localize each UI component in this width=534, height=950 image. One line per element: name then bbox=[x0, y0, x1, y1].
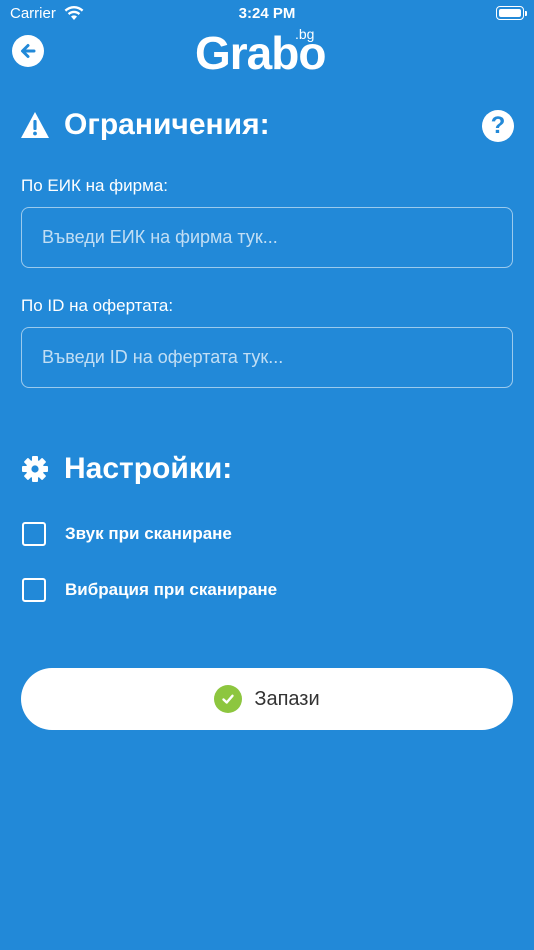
question-icon: ? bbox=[490, 112, 506, 139]
arrow-left-icon bbox=[21, 44, 36, 58]
settings-title: Настройки: bbox=[64, 452, 233, 485]
battery-icon bbox=[496, 6, 527, 20]
restrictions-title: Ограничения: bbox=[64, 108, 270, 141]
restrictions-heading: Ограничения: bbox=[20, 108, 270, 142]
status-time: 3:24 PM bbox=[238, 5, 296, 22]
help-button[interactable]: ? bbox=[482, 110, 514, 142]
warning-icon bbox=[20, 110, 50, 140]
back-button[interactable] bbox=[12, 35, 44, 67]
vibration-checkbox[interactable] bbox=[22, 578, 46, 602]
grabo-logo: Grabo .bg bbox=[195, 26, 340, 78]
save-button[interactable]: Запази bbox=[21, 668, 513, 730]
eik-label: По ЕИК на фирма: bbox=[21, 176, 168, 195]
offer-id-input[interactable] bbox=[21, 327, 513, 388]
sound-label: Звук при сканиране bbox=[65, 524, 232, 543]
vibration-label: Вибрация при сканиране bbox=[65, 580, 278, 599]
gear-icon bbox=[20, 454, 50, 484]
logo-suffix: .bg bbox=[295, 26, 315, 42]
sound-checkbox[interactable] bbox=[22, 522, 46, 546]
offer-id-label: По ID на офертата: bbox=[21, 296, 174, 315]
save-label: Запази bbox=[254, 687, 320, 710]
vibration-on-scan-option[interactable]: Вибрация при сканиране bbox=[22, 578, 277, 602]
status-bar: Carrier 3:24 PM bbox=[0, 0, 534, 28]
check-circle-icon bbox=[214, 685, 243, 713]
eik-input[interactable] bbox=[21, 207, 513, 268]
settings-heading: Настройки: bbox=[20, 452, 232, 486]
sound-on-scan-option[interactable]: Звук при сканиране bbox=[22, 522, 232, 546]
